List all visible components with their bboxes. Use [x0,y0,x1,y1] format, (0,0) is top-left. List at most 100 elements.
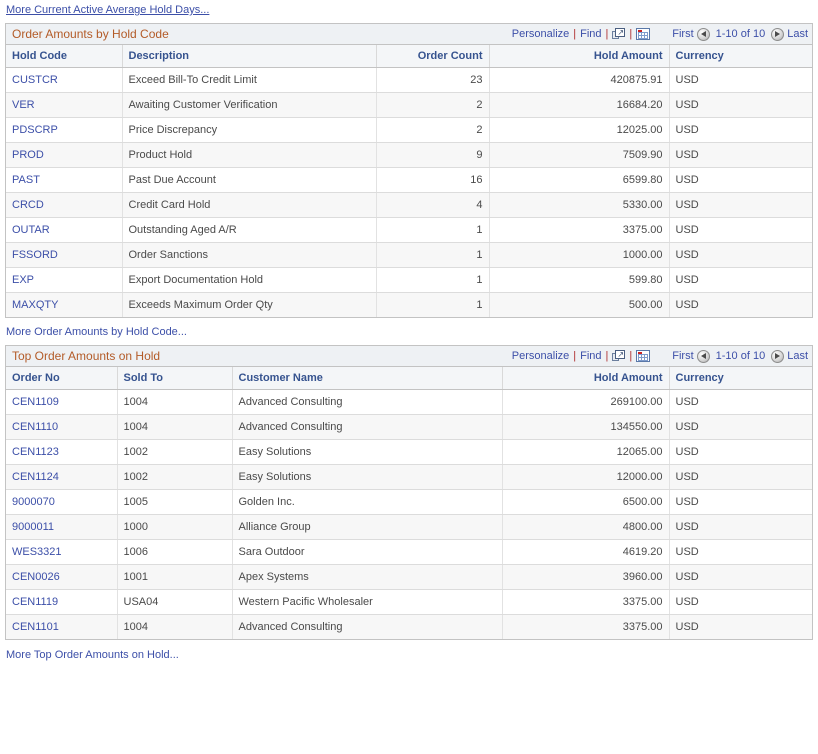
cell-hold-code: PDSCRP [6,117,123,143]
cell-currency: USD [669,439,812,465]
more-current-active-average-hold-days-link[interactable]: More Current Active Average Hold Days... [0,0,818,16]
grid1-col-hold-code[interactable]: Hold Code [6,45,123,68]
cell-order-count: 1 [376,292,490,317]
order-no-link[interactable]: CEN1123 [12,446,59,458]
table-row: MAXQTY Exceeds Maximum Order Qty 1 500.00 US… [6,292,812,317]
grid2-find-link[interactable]: Find [580,350,601,362]
grid2-header-bar: Top Order Amounts on Hold Personalize | … [6,346,812,367]
hold-code-link[interactable]: VER [12,99,35,111]
table-row: WES3321 1006 Sara Outdoor 4619.20 USD [6,539,812,565]
grid2-first-link[interactable]: First [672,350,693,362]
page-root: More Current Active Average Hold Days...… [0,0,818,754]
hold-code-link[interactable]: PDSCRP [12,124,58,136]
order-no-link[interactable]: CEN1119 [12,596,58,608]
cell-hold-code: CUSTCR [6,67,123,93]
cell-hold-code: MAXQTY [6,292,123,317]
order-no-link[interactable]: CEN0026 [12,571,60,583]
expand-new-window-icon[interactable]: ↗ [612,28,626,40]
cell-hold-code: OUTAR [6,217,123,243]
grid2-col-hold-amount[interactable]: Hold Amount [502,367,670,390]
grid1-col-description[interactable]: Description [122,45,377,68]
order-no-link[interactable]: CEN1124 [12,471,59,483]
grid2-last-link[interactable]: Last [787,350,808,362]
grid2-header-row: Order No Sold To Customer Name Hold Amou… [6,367,812,390]
cell-hold-code: EXP [6,267,123,293]
cell-currency: USD [669,589,812,615]
cell-description: Awaiting Customer Verification [122,92,377,118]
previous-arrow-icon[interactable] [696,27,710,41]
order-no-link[interactable]: CEN1101 [12,621,59,633]
cell-hold-amount: 1000.00 [489,242,670,268]
grid1-row-range: 1-10 of 10 [715,28,766,40]
expand-icon-arrow: ↗ [617,28,625,37]
cell-customer-name: Sara Outdoor [232,539,503,565]
order-no-link[interactable]: 9000070 [12,496,55,508]
cell-description: Exceed Bill-To Credit Limit [122,67,377,93]
grid1-separator-1: | [573,28,577,40]
grid1-toolbar: Personalize | Find | ↗ | First 1-10 of 1… [512,27,808,41]
cell-hold-amount: 16684.20 [489,92,670,118]
table-row: EXP Export Documentation Hold 1 599.80 USD [6,267,812,293]
more-top-order-amounts-on-hold-link[interactable]: More Top Order Amounts on Hold... [0,640,818,661]
grid2-title: Top Order Amounts on Hold [12,349,161,363]
next-arrow-glyph [775,353,781,359]
grid1-col-currency[interactable]: Currency [669,45,812,68]
cell-hold-amount: 3375.00 [502,589,670,615]
cell-hold-code: CRCD [6,192,123,218]
cell-currency: USD [669,464,812,490]
cell-order-count: 4 [376,192,490,218]
table-row: FSSORD Order Sanctions 1 1000.00 USD [6,242,812,268]
cell-currency: USD [669,217,812,243]
cell-currency: USD [675,621,699,633]
cell-customer-name: Easy Solutions [232,464,503,490]
grid2-toolbar: Personalize | Find | ↗ | First 1-10 of 1… [512,349,808,363]
hold-code-link[interactable]: PROD [12,149,44,161]
cell-description: Outstanding Aged A/R [122,217,377,243]
next-arrow-icon[interactable] [771,349,785,363]
cell-hold-amount: 3375.00 [502,614,670,639]
grid1-col-order-count[interactable]: Order Count [376,45,490,68]
grid1-last-link[interactable]: Last [787,28,808,40]
hold-code-link[interactable]: CRCD [12,199,44,211]
cell-customer-name: Alliance Group [232,514,503,540]
hold-code-link[interactable]: MAXQTY [12,299,58,311]
grid1-col-hold-amount[interactable]: Hold Amount [489,45,670,68]
download-spreadsheet-icon[interactable] [636,28,651,40]
order-no-link[interactable]: WES3321 [12,546,62,558]
download-spreadsheet-icon[interactable] [636,350,651,362]
grid2-col-currency[interactable]: Currency [669,367,812,390]
cell-order-no: CEN1109 [6,389,118,415]
grid2-personalize-link[interactable]: Personalize [512,350,569,362]
cell-currency: USD [669,564,812,590]
cell-order-no: CEN1124 [6,464,118,490]
cell-hold-amount: 420875.91 [489,67,670,93]
expand-icon-arrow: ↗ [617,350,625,359]
grid2-col-customer-name[interactable]: Customer Name [232,367,503,390]
grid1-find-link[interactable]: Find [580,28,601,40]
hold-code-link[interactable]: FSSORD [12,249,58,261]
grid1-first-link[interactable]: First [672,28,693,40]
grid1-table-head: Hold Code Description Order Count Hold A… [6,45,812,68]
cell-hold-amount: 6500.00 [502,489,670,515]
order-no-link[interactable]: CEN1110 [12,421,58,433]
grid2-col-sold-to[interactable]: Sold To [117,367,233,390]
table-row: PAST Past Due Account 16 6599.80 USD [6,167,812,193]
previous-arrow-glyph [700,31,706,37]
more-order-amounts-by-hold-code-link[interactable]: More Order Amounts by Hold Code... [0,318,818,338]
cell-hold-amount: 500.00 [489,292,670,317]
grid1-table: Hold Code Description Order Count Hold A… [6,45,812,317]
hold-code-link[interactable]: CUSTCR [12,74,58,86]
cell-order-no: CEN1123 [6,439,118,465]
previous-arrow-icon[interactable] [696,349,710,363]
hold-code-link[interactable]: EXP [12,274,34,286]
grid1-personalize-link[interactable]: Personalize [512,28,569,40]
grid2-col-order-no[interactable]: Order No [6,367,118,390]
order-no-link[interactable]: 9000011 [12,521,54,533]
cell-order-count: 16 [376,167,490,193]
hold-code-link[interactable]: OUTAR [12,224,50,236]
order-no-link[interactable]: CEN1109 [12,396,59,408]
expand-new-window-icon[interactable]: ↗ [612,350,626,362]
hold-code-link[interactable]: PAST [12,174,40,186]
next-arrow-icon[interactable] [771,27,785,41]
cell-sold-to: 1004 [117,614,233,639]
